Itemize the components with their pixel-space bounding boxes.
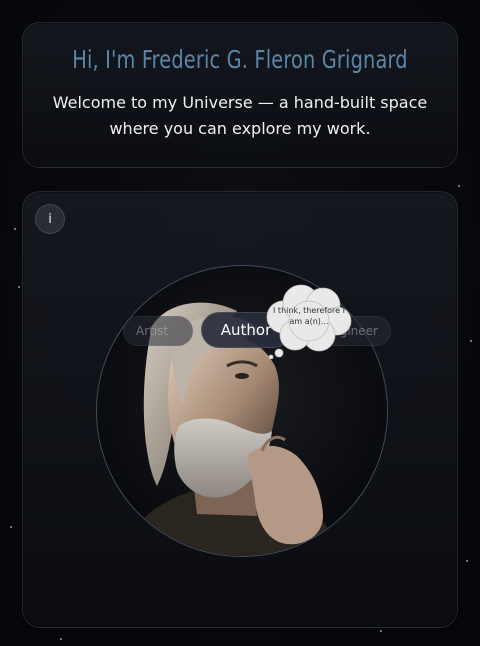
thought-text: I think, therefore I am a(n)... bbox=[273, 306, 345, 326]
role-pill-artist[interactable]: Artist bbox=[123, 316, 193, 346]
page-title: Hi, I'm Frederic G. Fleron Grignard bbox=[72, 45, 408, 74]
role-label: Artist bbox=[136, 324, 169, 338]
thought-bubble: I think, therefore I am a(n)... bbox=[261, 283, 355, 360]
star bbox=[380, 630, 382, 632]
star bbox=[458, 185, 460, 187]
hero-subtitle: Welcome to my Universe — a hand-built sp… bbox=[52, 93, 428, 138]
star bbox=[60, 638, 62, 640]
star bbox=[470, 340, 472, 342]
info-button[interactable]: i bbox=[35, 204, 65, 234]
info-icon: i bbox=[48, 211, 52, 227]
star bbox=[14, 228, 16, 230]
hero-card: Hi, I'm Frederic G. Fleron Grignard Welc… bbox=[22, 22, 458, 168]
star bbox=[18, 286, 20, 288]
universe-card: i Artist Engineer Author I think, theref… bbox=[22, 191, 458, 628]
star bbox=[466, 560, 468, 562]
star bbox=[10, 526, 12, 528]
